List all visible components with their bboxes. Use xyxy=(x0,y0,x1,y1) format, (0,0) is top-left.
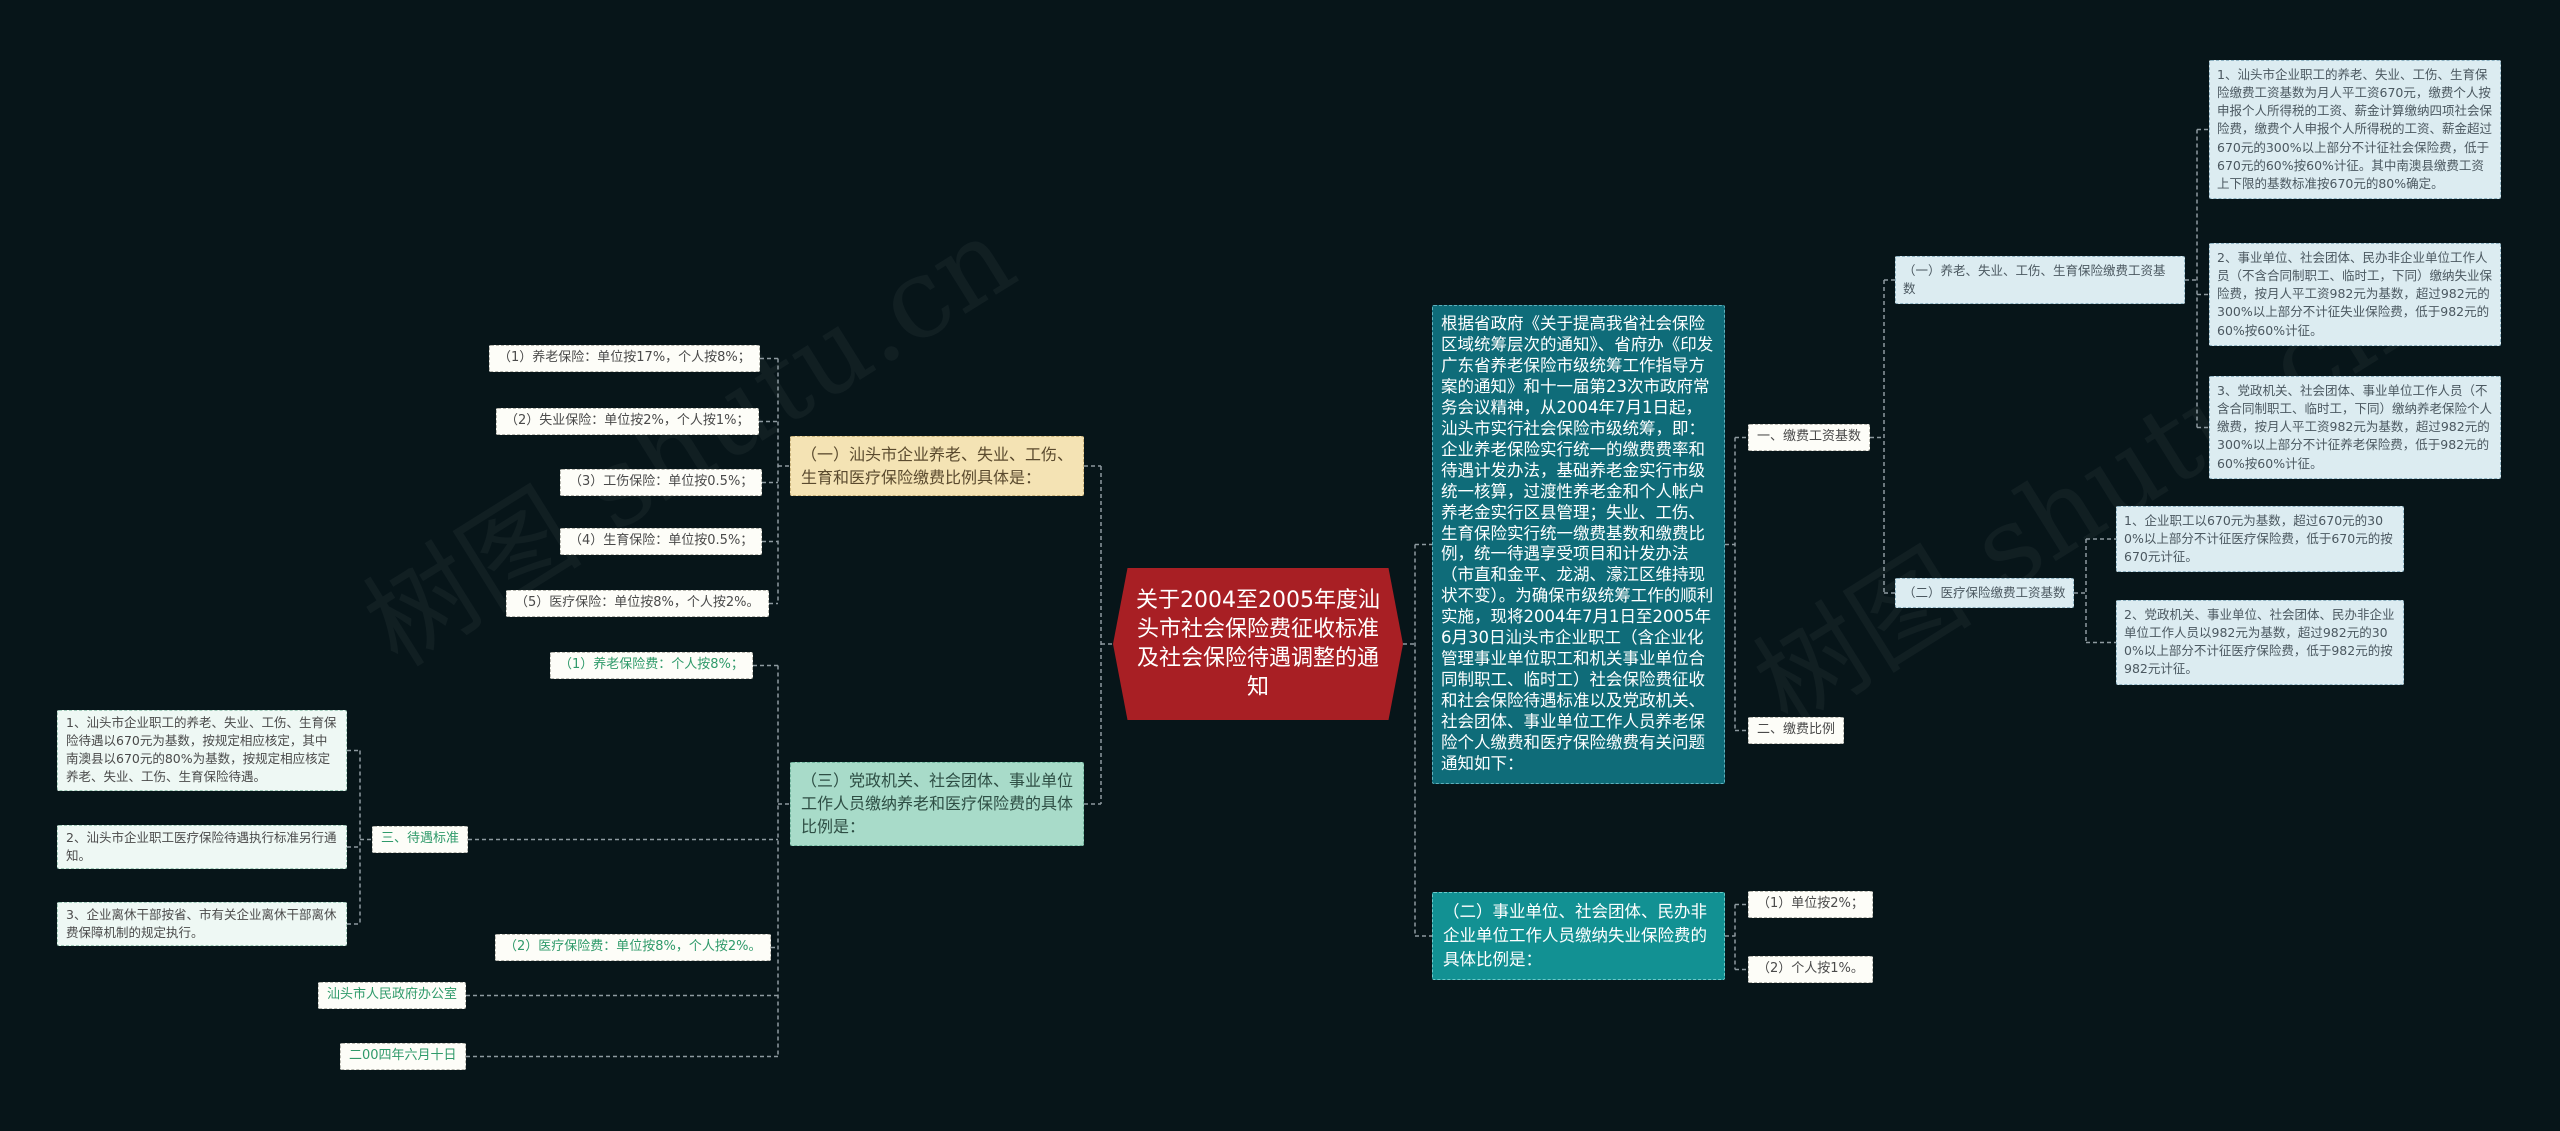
topic-ratio[interactable]: 二、缴费比例 xyxy=(1748,717,1845,744)
leaf-office[interactable]: 汕头市人民政府办公室 xyxy=(318,982,467,1009)
leaf-medical[interactable]: （5）医疗保险：单位按8%，个人按2%。 xyxy=(506,590,769,617)
topic-base-sub1[interactable]: （一）养老、失业、工伤、生育保险缴费工资基数 xyxy=(1895,256,2185,305)
leaf-base-sub1-2[interactable]: 2、事业单位、社会团体、民办非企业单位工作人员（不含合同制职工、临时工，下同）缴… xyxy=(2209,243,2501,346)
leaf-date[interactable]: 二00四年六月十日 xyxy=(340,1043,466,1070)
leaf-base-sub1-1[interactable]: 1、汕头市企业职工的养老、失业、工伤、生育保险缴费工资基数为月人平工资670元，… xyxy=(2209,60,2501,199)
leaf-unit-2pct[interactable]: （1）单位按2%； xyxy=(1748,891,1873,918)
leaf-maternity[interactable]: （4）生育保险：单位按0.5%； xyxy=(560,528,763,555)
leaf-injury[interactable]: （3）工伤保险：单位按0.5%； xyxy=(560,469,763,496)
topic-base[interactable]: 一、缴费工资基数 xyxy=(1748,424,1871,451)
leaf-treatment-2[interactable]: 2、汕头市企业职工医疗保险待遇执行标准另行通知。 xyxy=(57,825,347,870)
topic-base-sub2[interactable]: （二）医疗保险缴费工资基数 xyxy=(1895,578,2074,609)
leaf-pension[interactable]: （1）养老保险：单位按17%，个人按8%； xyxy=(489,345,760,372)
leaf-base-sub2-1[interactable]: 1、企业职工以670元为基数，超过670元的300%以上部分不计征医疗保险费，低… xyxy=(2116,506,2404,573)
leaf-base-sub1-3[interactable]: 3、党政机关、社会团体、事业单位工作人员（不含合同制职工、临时工，下同）缴纳养老… xyxy=(2209,376,2501,479)
leaf-pension-personal[interactable]: （1）养老保险费：个人按8%； xyxy=(550,652,753,679)
topic-cat2[interactable]: （二）事业单位、社会团体、民办非企业单位工作人员缴纳失业保险费的具体比例是： xyxy=(1432,892,1725,980)
root-topic[interactable]: 关于2004至2005年度汕头市社会保险费征收标准及社会保险待遇调整的通知 xyxy=(1113,568,1403,720)
topic-cat3[interactable]: （三）党政机关、社会团体、事业单位工作人员缴纳养老和医疗保险费的具体比例是： xyxy=(790,762,1084,846)
leaf-treatment-1[interactable]: 1、汕头市企业职工的养老、失业、工伤、生育保险待遇以670元为基数，按规定相应核… xyxy=(57,710,347,791)
mind-map: 树图 shutu.cn 树图 shutu.cn 关于2004至2005年度汕头市… xyxy=(0,0,2560,1131)
topic-intro[interactable]: 根据省政府《关于提高我省社会保险区域统筹层次的通知》、省府办《印发广东省养老保险… xyxy=(1432,305,1725,784)
leaf-medical-premium[interactable]: （2）医疗保险费：单位按8%，个人按2%。 xyxy=(495,934,771,961)
leaf-treatment-3[interactable]: 3、企业离休干部按省、市有关企业离休干部离休费保障机制的规定执行。 xyxy=(57,902,347,947)
leaf-personal-1pct[interactable]: （2）个人按1%。 xyxy=(1748,956,1873,983)
topic-cat1[interactable]: （一）汕头市企业养老、失业、工伤、生育和医疗保险缴费比例具体是： xyxy=(790,436,1084,497)
leaf-base-sub2-2[interactable]: 2、党政机关、事业单位、社会团体、民办非企业单位工作人员以982元为基数，超过9… xyxy=(2116,600,2404,685)
leaf-unemployment[interactable]: （2）失业保险：单位按2%，个人按1%； xyxy=(496,408,759,435)
topic-treatment[interactable]: 三、待遇标准 xyxy=(372,826,469,853)
